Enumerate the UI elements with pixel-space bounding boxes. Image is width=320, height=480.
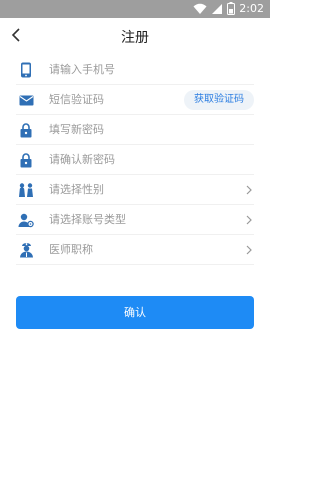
sms-code-row[interactable]: 短信验证码 获取验证码	[16, 85, 254, 115]
nav-bar: 注册	[0, 18, 270, 54]
status-bar: 2:02	[0, 0, 270, 18]
status-icons: 2:02	[193, 0, 264, 19]
page-title: 注册	[121, 30, 149, 46]
battery-icon	[227, 0, 236, 19]
sms-code-input[interactable]: 短信验证码	[49, 93, 104, 107]
status-time: 2:02	[239, 2, 264, 15]
lock-icon	[18, 122, 34, 138]
doctor-icon	[18, 242, 34, 258]
account-type-label: 请选择账号类型	[49, 213, 126, 226]
phone-icon	[18, 62, 34, 78]
register-form: 请输入手机号 短信验证码 获取验证码 填写新密码 请确认新密码 请选择性别 请选…	[0, 55, 270, 265]
confirm-password-input[interactable]: 请确认新密码	[49, 153, 115, 167]
gender-select[interactable]: 请选择性别	[16, 175, 254, 205]
confirm-button[interactable]: 确认	[16, 296, 254, 329]
user-settings-icon	[18, 212, 34, 228]
signal-icon	[211, 0, 223, 19]
lock-icon	[18, 152, 34, 168]
chevron-right-icon	[244, 243, 254, 257]
phone-row[interactable]: 请输入手机号	[16, 55, 254, 85]
doctor-title-label: 医师职称	[49, 243, 93, 256]
account-type-select[interactable]: 请选择账号类型	[16, 205, 254, 235]
gender-icon	[18, 182, 34, 198]
get-code-button[interactable]: 获取验证码	[184, 90, 254, 110]
wifi-icon	[193, 0, 207, 19]
doctor-title-select[interactable]: 医师职称	[16, 235, 254, 265]
chevron-right-icon	[244, 183, 254, 197]
new-password-input[interactable]: 填写新密码	[49, 123, 104, 137]
new-password-row[interactable]: 填写新密码	[16, 115, 254, 145]
chevron-right-icon	[244, 213, 254, 227]
confirm-password-row[interactable]: 请确认新密码	[16, 145, 254, 175]
envelope-icon	[18, 92, 34, 108]
gender-label: 请选择性别	[49, 183, 104, 196]
phone-input[interactable]: 请输入手机号	[49, 63, 115, 77]
